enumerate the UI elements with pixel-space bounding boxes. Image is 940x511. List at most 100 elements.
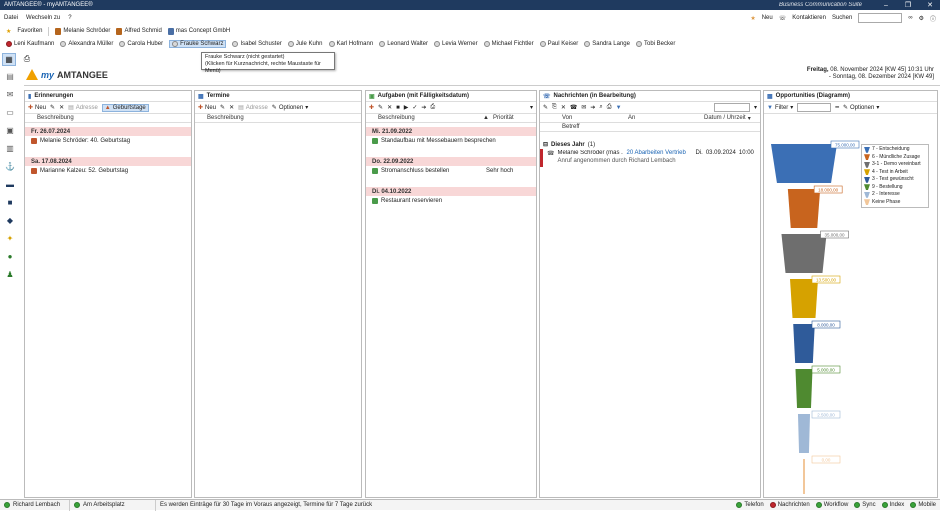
task-row[interactable]: Standaufbau mit Messebauern besprechen — [366, 136, 536, 145]
archive-module-icon[interactable]: ■ — [4, 196, 16, 208]
search-icon[interactable]: ⌕ — [599, 104, 602, 111]
presence-status[interactable]: Am Arbeitsplatz — [70, 499, 156, 511]
minus-icon[interactable]: ━ — [835, 104, 839, 111]
index-indicator[interactable]: Index — [881, 502, 904, 508]
chevron-down-icon[interactable]: ▾ — [754, 104, 757, 111]
options-button[interactable]: ✎ Optionen ▾ — [843, 104, 879, 112]
delete-icon[interactable]: ✕ — [561, 104, 566, 111]
column-header[interactable]: Betreff — [540, 123, 760, 132]
play-icon[interactable]: ▶ — [404, 104, 409, 111]
funnel-segment[interactable] — [803, 459, 805, 494]
users-module-icon[interactable]: ♟ — [4, 268, 16, 280]
task-row[interactable]: Stromanschluss bestellen Sehr hoch — [366, 166, 536, 175]
edit-icon[interactable]: ✎ — [220, 104, 225, 111]
check-icon[interactable]: ✓ — [412, 104, 417, 111]
minimize-icon[interactable]: – — [880, 2, 892, 9]
contact-item[interactable]: Jule Kuhn — [287, 41, 323, 47]
tasks-module-icon[interactable]: ▥ — [4, 142, 16, 154]
delete-icon[interactable]: ✕ — [59, 104, 64, 111]
menu-help[interactable]: ? — [68, 15, 71, 21]
column-header[interactable]: Beschreibung ▲ Priorität — [366, 114, 536, 123]
glasses-icon[interactable]: ∞ — [908, 15, 912, 21]
sync-indicator[interactable]: Sync — [854, 502, 876, 508]
column-header[interactable]: Beschreibung — [25, 114, 191, 123]
maximize-icon[interactable]: ❐ — [902, 1, 914, 9]
message-row[interactable]: ☎ Melanie Schröder (mas ... 20 Abarbeite… — [540, 149, 760, 167]
filter-dropdown[interactable]: ▾ — [530, 104, 533, 111]
favorite-person[interactable]: Alfred Schmid — [116, 27, 162, 35]
new-button[interactable]: ✚ Neu — [198, 104, 216, 112]
contact-item[interactable]: Michael Fichtler — [483, 41, 534, 47]
mail-module-icon[interactable]: ✉ — [4, 88, 16, 100]
menu-wechseln[interactable]: Wechseln zu — [26, 15, 60, 21]
address-button[interactable]: ▤ Adresse — [238, 104, 268, 112]
column-header[interactable]: Beschreibung — [195, 114, 361, 123]
list-item[interactable]: Marianne Kalzeu: 52. Geburtstag — [25, 166, 191, 175]
new-button[interactable]: ✚ Neu — [28, 104, 46, 112]
contact-item-active[interactable]: Frauke Schwarz — [169, 40, 227, 48]
telefon-indicator[interactable]: Telefon — [736, 502, 764, 508]
contacts-menu[interactable]: Kontaktieren — [792, 15, 826, 21]
print-icon[interactable]: ⎙ — [607, 104, 612, 111]
contacts-module-icon[interactable]: ▤ — [4, 70, 16, 82]
contacts-icon[interactable]: ☏ — [779, 15, 787, 22]
contact-item[interactable]: Isabel Schuster — [232, 41, 282, 47]
filter-input[interactable] — [797, 103, 832, 112]
contact-item[interactable]: Karl Hofmann — [328, 41, 373, 47]
nachrichten-indicator[interactable]: Nachrichten — [769, 502, 810, 508]
favorites-menu[interactable]: Favoriten — [17, 28, 42, 34]
edit-icon[interactable]: ✎ — [543, 104, 548, 111]
print-icon[interactable]: ⎙ — [430, 104, 435, 111]
close-icon[interactable]: ✕ — [924, 1, 936, 9]
funnel-segment[interactable] — [789, 279, 819, 318]
new-star-icon[interactable]: ★ — [750, 15, 755, 22]
address-button[interactable]: ▤ Adresse — [68, 104, 98, 112]
contact-item[interactable]: Tobi Becker — [635, 41, 675, 47]
settings-icon[interactable]: ⚙ — [919, 15, 924, 22]
phone-module-icon[interactable]: ▬ — [4, 178, 16, 190]
edit-icon[interactable]: ✎ — [378, 104, 383, 111]
filter-select[interactable] — [713, 103, 750, 112]
stop-icon[interactable]: ■ — [396, 105, 400, 111]
new-menu[interactable]: Neu — [762, 15, 773, 21]
list-item[interactable]: Melanie Schröder: 40. Geburtstag — [25, 136, 191, 145]
document-module-icon[interactable]: ▭ — [4, 106, 16, 118]
attach-icon[interactable]: ⎘ — [552, 104, 557, 111]
workflow-indicator[interactable]: Workflow — [815, 502, 848, 508]
birthdays-toggle[interactable]: ▲ Geburtstage — [101, 103, 149, 112]
funnel-segment[interactable] — [781, 234, 827, 273]
funnel-segment[interactable] — [771, 144, 837, 183]
mail-icon[interactable]: ✉ — [581, 104, 586, 111]
contact-item[interactable]: Paul Keiser — [539, 41, 578, 47]
print-tab-icon[interactable]: ⎙ — [20, 53, 34, 66]
search-input[interactable] — [858, 13, 903, 23]
help-module-icon[interactable]: ● — [4, 250, 16, 262]
cube-module-icon[interactable]: ◆ — [4, 214, 16, 226]
phone-icon[interactable]: ☎ — [570, 104, 577, 111]
dashboard-tab-icon[interactable]: ▦ — [2, 52, 16, 66]
menu-datei[interactable]: Datei — [4, 15, 18, 21]
calendar-module-icon[interactable]: ▣ — [4, 124, 16, 136]
column-header[interactable]: Von An Datum / Uhrzeit ▾ — [540, 114, 760, 123]
user-status[interactable]: Richard Lembach — [0, 499, 70, 511]
delete-icon[interactable]: ✕ — [387, 104, 392, 111]
contact-item[interactable]: Levia Werner — [434, 41, 478, 47]
mobile-indicator[interactable]: Mobile — [910, 502, 936, 508]
forward-icon[interactable]: ➔ — [421, 104, 426, 111]
new-icon[interactable]: ✚ — [369, 104, 374, 111]
workflow-module-icon[interactable]: ⚓ — [4, 160, 16, 172]
contact-item[interactable]: Leni Kaufmann — [6, 41, 54, 47]
info-icon[interactable]: ⓘ — [930, 14, 936, 23]
contact-item[interactable]: Carola Huber — [119, 41, 163, 47]
forward-icon[interactable]: ➔ — [590, 104, 595, 111]
group-header[interactable]: ⊟ Dieses Jahr (1) — [540, 140, 760, 149]
contact-item[interactable]: Leonard Walter — [379, 41, 428, 47]
edit-icon[interactable]: ✎ — [50, 104, 55, 111]
funnel-segment[interactable] — [793, 324, 815, 363]
task-row[interactable]: Restaurant reservieren — [366, 196, 536, 205]
favorite-person[interactable]: Melanie Schröder — [55, 27, 110, 35]
funnel-segment[interactable] — [787, 189, 821, 228]
filter-icon[interactable]: ▼ — [616, 105, 622, 111]
funnel-segment[interactable] — [797, 414, 811, 453]
filter-button[interactable]: ▼ Filter ▾ — [767, 104, 793, 112]
